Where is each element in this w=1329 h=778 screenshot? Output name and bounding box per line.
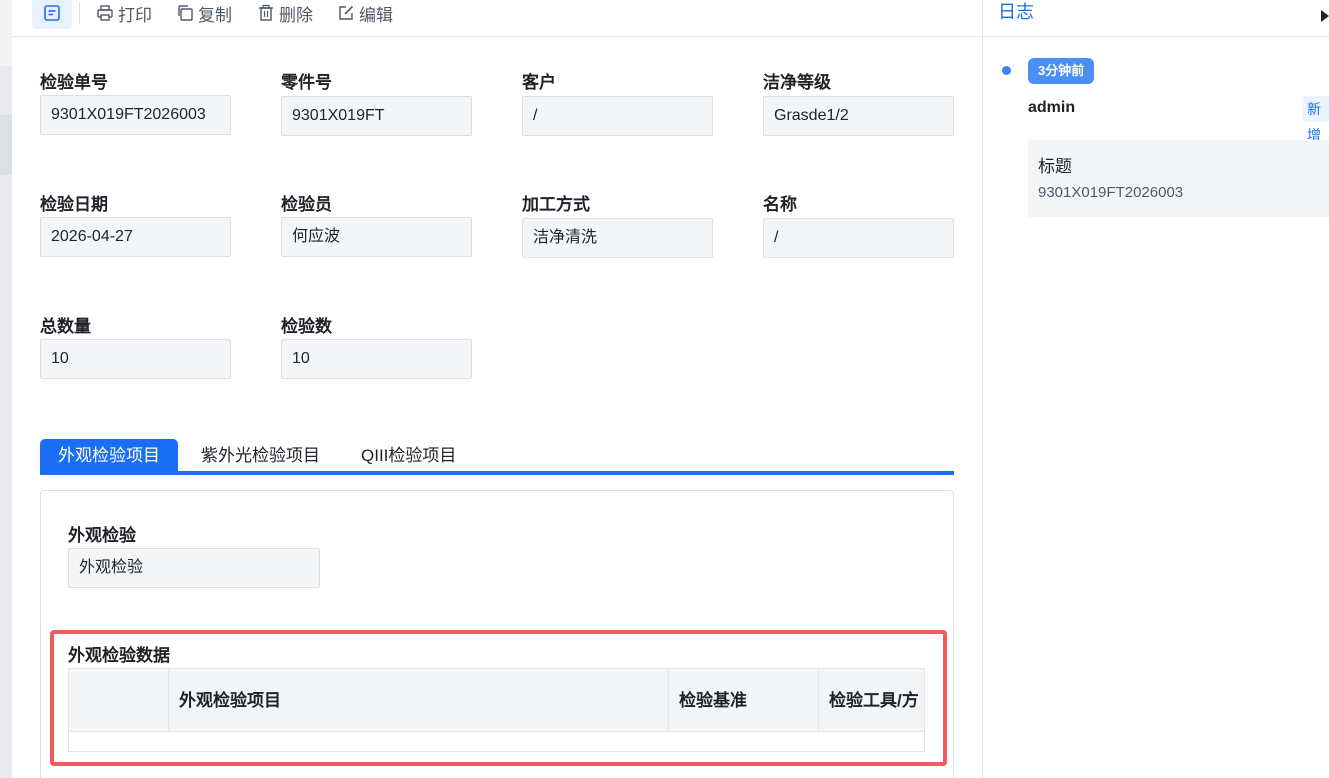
tab-qiii[interactable]: QIII检验项目 (361, 439, 456, 471)
column-header-appearance-item[interactable]: 外观检验项目 (169, 669, 669, 732)
field-appearance[interactable]: 外观检验 (68, 548, 320, 588)
log-card-key: 标题 (1038, 157, 1072, 176)
field-label-total-quantity: 总数量 (40, 317, 91, 336)
field-label-customer: 客户 (522, 73, 556, 92)
log-card: 标题 9301X019FT2026003 (1028, 140, 1329, 217)
collapse-arrow-icon[interactable] (1321, 10, 1329, 22)
toolbar-divider (79, 2, 80, 24)
printer-icon (97, 5, 113, 21)
field-name[interactable]: / (763, 218, 954, 258)
field-part-no[interactable]: 9301X019FT (281, 96, 472, 136)
column-header-blank (69, 669, 169, 732)
field-label-name: 名称 (763, 195, 797, 214)
column-header-inspection-tool[interactable]: 检验工具/方 (819, 669, 924, 732)
log-action-tag: 新增 (1303, 96, 1329, 143)
log-panel-title: 日志 (998, 2, 1034, 22)
field-label-part-no: 零件号 (281, 73, 332, 92)
field-customer[interactable]: / (522, 96, 713, 136)
edit-icon (339, 5, 354, 20)
log-time-badge: 3分钟前 (1028, 58, 1095, 84)
inspection-tabs: 外观检验项目 紫外光检验项目 QIII检验项目 (40, 439, 954, 475)
record-detail-main: 打印 复制 删除 编辑 检验单号 9301X019FT2026003 零件号 9… (12, 0, 982, 778)
tab-appearance[interactable]: 外观检验项目 (40, 439, 178, 471)
log-user: admin (1028, 99, 1076, 116)
delete-button[interactable]: 删除 (257, 0, 313, 26)
tab-uv-light[interactable]: 紫外光检验项目 (201, 439, 320, 471)
background-page-fragment (0, 115, 12, 175)
field-inspection-no[interactable]: 9301X019FT2026003 (40, 95, 231, 135)
trash-icon (259, 4, 273, 21)
copy-button[interactable]: 复制 (176, 0, 232, 26)
field-cleanliness-grade[interactable]: Grasde1/2 (763, 96, 954, 136)
timeline-dot (1002, 66, 1011, 75)
field-label-inspection-date: 检验日期 (40, 195, 108, 214)
column-header-inspection-standard[interactable]: 检验基准 (669, 669, 819, 732)
field-inspector[interactable]: 何应波 (281, 217, 472, 257)
log-card-value: 9301X019FT2026003 (1038, 184, 1184, 201)
field-label-inspection-no: 检验单号 (40, 73, 108, 92)
edit-label: 编辑 (359, 5, 393, 25)
copy-label: 复制 (198, 5, 232, 25)
edit-button[interactable]: 编辑 (337, 0, 393, 26)
copy-icon (178, 5, 193, 21)
side-divider (983, 36, 1329, 37)
print-label: 打印 (118, 5, 152, 25)
log-side-panel: 日志 3分钟前 admin 新增 标题 9301X019FT2026003 (982, 0, 1329, 778)
field-label-inspector: 检验员 (281, 195, 332, 214)
section-title-appearance-data: 外观检验数据 (68, 646, 170, 665)
field-inspection-date[interactable]: 2026-04-27 (40, 217, 231, 257)
field-label-appearance: 外观检验 (68, 526, 136, 545)
field-process-method[interactable]: 洁净清洗 (522, 218, 713, 258)
table-header: 外观检验项目 检验基准 检验工具/方 (69, 669, 924, 732)
appearance-data-table: 外观检验项目 检验基准 检验工具/方 (68, 668, 925, 752)
field-label-process-method: 加工方式 (522, 195, 590, 214)
delete-label: 删除 (279, 5, 313, 25)
document-icon (44, 4, 60, 21)
field-inspection-count[interactable]: 10 (281, 339, 472, 379)
field-total-quantity[interactable]: 10 (40, 339, 231, 379)
field-label-inspection-count: 检验数 (281, 317, 332, 336)
print-button[interactable]: 打印 (96, 0, 152, 26)
toolbar: 打印 复制 删除 编辑 (12, 0, 982, 37)
field-label-cleanliness-grade: 洁净等级 (763, 73, 831, 92)
form-view-button[interactable] (32, 0, 72, 29)
